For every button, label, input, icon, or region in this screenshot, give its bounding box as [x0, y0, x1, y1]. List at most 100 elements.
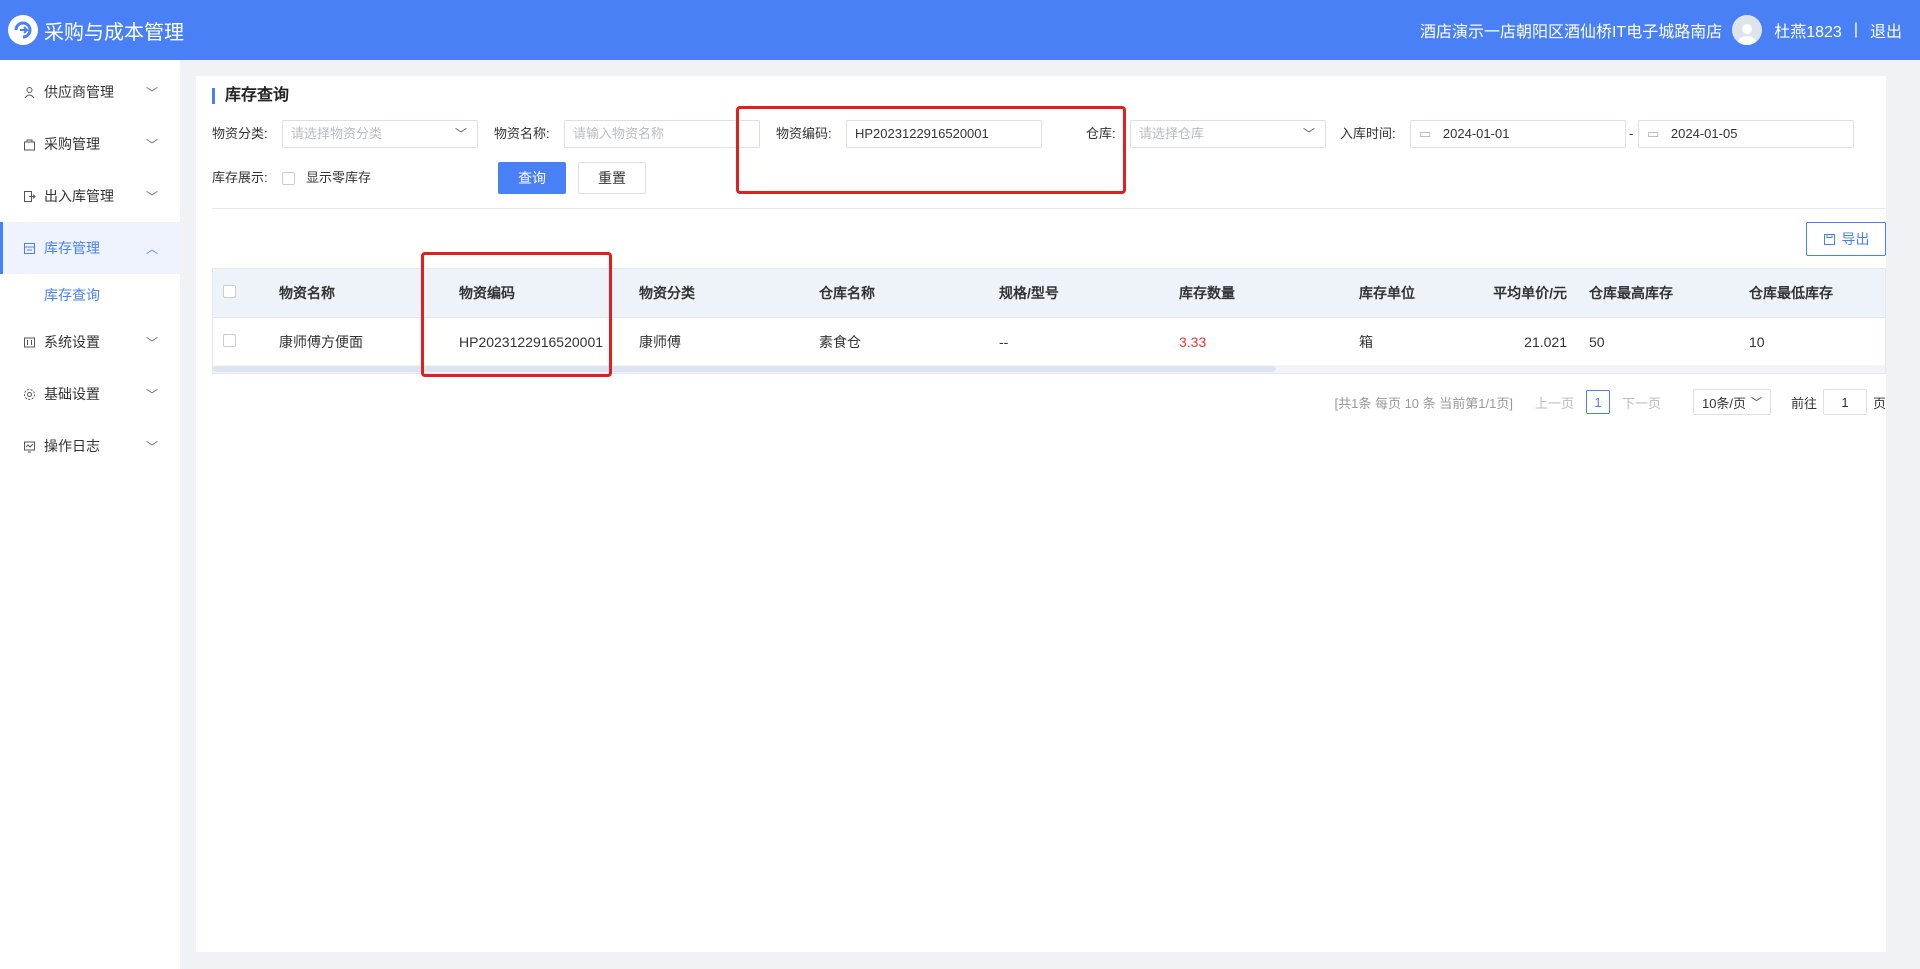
- name-label: 物资名称:: [494, 126, 550, 141]
- sidebar-item-label: 基础设置: [44, 386, 100, 402]
- sidebar-item-label: 库存管理: [44, 240, 100, 256]
- prev-page-button[interactable]: 上一页: [1535, 393, 1574, 412]
- sidebar-item-log[interactable]: 操作日志 ﹀: [0, 420, 180, 472]
- sidebar-subitem-stock-query[interactable]: 库存查询: [0, 274, 180, 316]
- category-label: 物资分类:: [212, 126, 268, 141]
- sidebar-item-label: 系统设置: [44, 334, 100, 350]
- calendar-icon: ▭: [1419, 126, 1432, 141]
- scrollbar-thumb[interactable]: [213, 366, 1276, 372]
- chevron-up-icon: ︿: [145, 241, 158, 256]
- sidebar-item-basic[interactable]: 基础设置 ﹀: [0, 368, 180, 420]
- goto-page: 前往 1 页: [1791, 389, 1886, 415]
- inout-icon: [22, 189, 36, 203]
- sidebar-item-supplier[interactable]: 供应商管理 ﹀: [0, 66, 180, 118]
- reset-button[interactable]: 重置: [578, 162, 646, 194]
- column-header: 仓库名称: [819, 285, 875, 301]
- column-header: 物资分类: [639, 285, 695, 301]
- next-page-button[interactable]: 下一页: [1622, 393, 1661, 412]
- sidebar-item-label: 采购管理: [44, 136, 100, 152]
- calendar-icon: ▭: [1647, 126, 1660, 141]
- cell-max-stock: 50: [1589, 333, 1605, 350]
- pagination-info: [共1条 每页 10 条 当前第1/1页]: [1334, 395, 1513, 411]
- select-all-cell: [213, 285, 279, 301]
- date-separator: -: [1629, 126, 1634, 141]
- highlight-box-code-column: [421, 252, 612, 377]
- logout-link[interactable]: 退出: [1870, 18, 1902, 42]
- column-header: 仓库最高库存: [1589, 285, 1673, 301]
- column-header: 库存单位: [1359, 285, 1415, 301]
- header-separator: |: [1853, 21, 1858, 38]
- current-page[interactable]: 1: [1585, 390, 1610, 414]
- cell-unit: 箱: [1359, 333, 1373, 350]
- chevron-down-icon: ﹀: [1302, 127, 1315, 141]
- row-select-cell: [213, 333, 279, 350]
- gear-icon: [22, 387, 36, 401]
- brand: 采购与成本管理: [0, 15, 184, 45]
- cell-quantity: 3.33: [1179, 333, 1207, 350]
- avatar[interactable]: [1732, 15, 1763, 45]
- display-label: 库存展示:: [212, 170, 268, 185]
- name-placeholder: 请输入物资名称: [573, 126, 665, 141]
- top-header: 采购与成本管理 酒店演示一店朝阳区酒仙桥IT电子城路南店 杜燕1823 | 退出: [0, 0, 1920, 60]
- category-placeholder: 请选择物资分类: [291, 126, 383, 141]
- goto-page-input[interactable]: 1: [1822, 389, 1867, 415]
- cell-warehouse: 素食仓: [819, 333, 861, 350]
- query-button[interactable]: 查询: [498, 162, 566, 194]
- date-end-picker[interactable]: ▭ 2024-01-05: [1638, 120, 1854, 148]
- main-content: 库存查询 物资分类: 请选择物资分类 ﹀ 物资名称: 请输入物资名称 物资编码:…: [196, 76, 1886, 952]
- cell-spec: --: [999, 333, 1009, 350]
- page-size-value: 10条/页: [1701, 395, 1747, 411]
- store-name: 酒店演示一店朝阳区酒仙桥IT电子城路南店: [1419, 24, 1723, 41]
- header-user-area: 酒店演示一店朝阳区酒仙桥IT电子城路南店 杜燕1823 | 退出: [1420, 15, 1920, 45]
- row-checkbox[interactable]: [223, 333, 236, 347]
- category-select[interactable]: 请选择物资分类 ﹀: [282, 120, 478, 148]
- pagination: [共1条 每页 10 条 当前第1/1页] 上一页 1 下一页 10条/页 ﹀ …: [1334, 388, 1886, 416]
- column-header: 仓库最低库存: [1749, 285, 1833, 301]
- chevron-down-icon: ﹀: [145, 439, 158, 454]
- settings-icon: [22, 335, 36, 349]
- page-label: 页: [1872, 395, 1886, 411]
- chevron-down-icon: ﹀: [1750, 397, 1762, 409]
- warehouse-placeholder: 请选择仓库: [1139, 126, 1205, 141]
- goto-label: 前往: [1790, 395, 1817, 411]
- supplier-icon: [22, 85, 36, 99]
- divider: [212, 208, 1886, 209]
- sidebar-item-inventory[interactable]: 库存管理 ︿: [0, 222, 180, 274]
- chevron-down-icon: ﹀: [145, 137, 158, 152]
- chevron-down-icon: ﹀: [145, 387, 158, 402]
- inventory-icon: [22, 241, 36, 255]
- warehouse-select[interactable]: 请选择仓库 ﹀: [1130, 120, 1326, 148]
- sidebar-item-inout[interactable]: 出入库管理 ﹀: [0, 170, 180, 222]
- chevron-down-icon: ﹀: [145, 335, 158, 350]
- log-icon: [22, 439, 36, 453]
- page-title: 库存查询: [212, 88, 289, 104]
- sidebar: 供应商管理 ﹀ 采购管理 ﹀ 出入库管理 ﹀ 库存管理 ︿ 库存查询 系统设置 …: [0, 60, 180, 969]
- column-header: 规格/型号: [999, 285, 1059, 301]
- date-start-value: 2024-01-01: [1442, 126, 1510, 141]
- export-button[interactable]: 导出: [1806, 222, 1886, 256]
- chevron-down-icon: ﹀: [145, 85, 158, 100]
- sidebar-item-label: 出入库管理: [44, 188, 114, 204]
- date-end-value: 2024-01-05: [1670, 126, 1738, 141]
- page-size-select[interactable]: 10条/页 ﹀: [1692, 389, 1771, 415]
- cell-min-stock: 10: [1749, 333, 1765, 350]
- date-label: 入库时间:: [1340, 126, 1396, 141]
- date-start-picker[interactable]: ▭ 2024-01-01: [1410, 120, 1626, 148]
- column-header: 库存数量: [1179, 285, 1235, 301]
- export-icon: [1823, 233, 1835, 245]
- sidebar-item-system[interactable]: 系统设置 ﹀: [0, 316, 180, 368]
- highlight-box-code-filter: [736, 106, 1126, 194]
- app-title: 采购与成本管理: [44, 21, 184, 44]
- column-header: 平均单价/元: [1493, 285, 1567, 301]
- cell-category: 康师傅: [639, 333, 681, 350]
- select-all-checkbox[interactable]: [223, 285, 236, 298]
- chevron-down-icon: ﹀: [454, 127, 467, 141]
- name-input[interactable]: 请输入物资名称: [564, 120, 760, 148]
- zero-stock-label: 显示零库存: [306, 170, 372, 185]
- sidebar-item-purchase[interactable]: 采购管理 ﹀: [0, 118, 180, 170]
- cart-icon: [22, 137, 36, 151]
- zero-stock-checkbox[interactable]: [282, 172, 295, 185]
- export-label: 导出: [1841, 231, 1870, 247]
- user-name[interactable]: 杜燕1823: [1774, 18, 1842, 42]
- sidebar-item-label: 操作日志: [44, 438, 100, 454]
